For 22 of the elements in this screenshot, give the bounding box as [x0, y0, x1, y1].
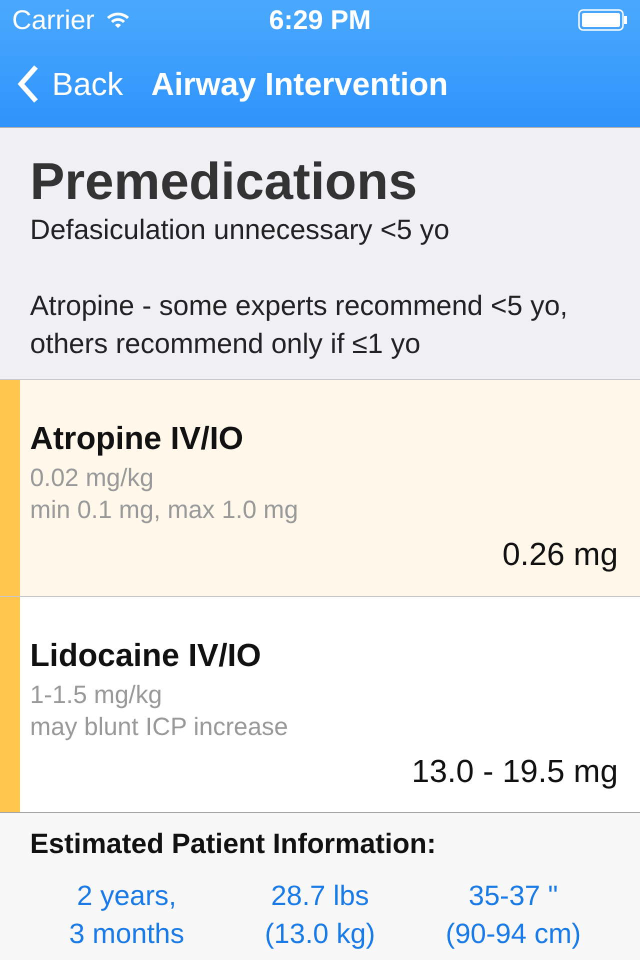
- note-text: Atropine - some experts recommend <5 yo, others recommend only if ≤1 yo: [30, 289, 569, 362]
- dose-value: 13.0 - 19.5 mg: [412, 752, 618, 792]
- wifi-icon: [104, 10, 131, 30]
- drug-name: Atropine IV/IO: [30, 419, 244, 458]
- chevron-left-icon: [16, 64, 40, 104]
- carrier-label: Carrier: [12, 4, 95, 37]
- dose-value: 0.26 mg: [502, 535, 618, 574]
- drug-name: Lidocaine IV/IO: [30, 636, 262, 676]
- patient-info-value: 2 years, 3 months: [68, 879, 186, 951]
- drug-row[interactable]: Atropine IV/IO 0.02 mg/kg min 0.1 mg, max 1.0 mg 0.26 mg: [0, 380, 640, 598]
- patient-info-value: 35-37 " (90-94 cm): [444, 879, 582, 951]
- battery-icon: [578, 9, 628, 31]
- drug-detail: 1-1.5 mg/kg: [30, 680, 164, 712]
- note-text: Defasiculation unnecessary <5 yo: [30, 213, 450, 248]
- drug-detail: may blunt ICP increase: [30, 712, 289, 744]
- screen-title: Airway Intervention: [151, 64, 448, 104]
- section-title: Premedications: [30, 154, 418, 212]
- drug-detail: min 0.1 mg, max 1.0 mg: [30, 495, 300, 526]
- drug-detail: 0.02 mg/kg: [30, 463, 155, 494]
- status-time: 6:29 PM: [268, 4, 372, 37]
- patient-info-value: 28.7 lbs (13.0 kg): [264, 879, 376, 951]
- patient-info-title: Estimated Patient Information:: [30, 827, 438, 861]
